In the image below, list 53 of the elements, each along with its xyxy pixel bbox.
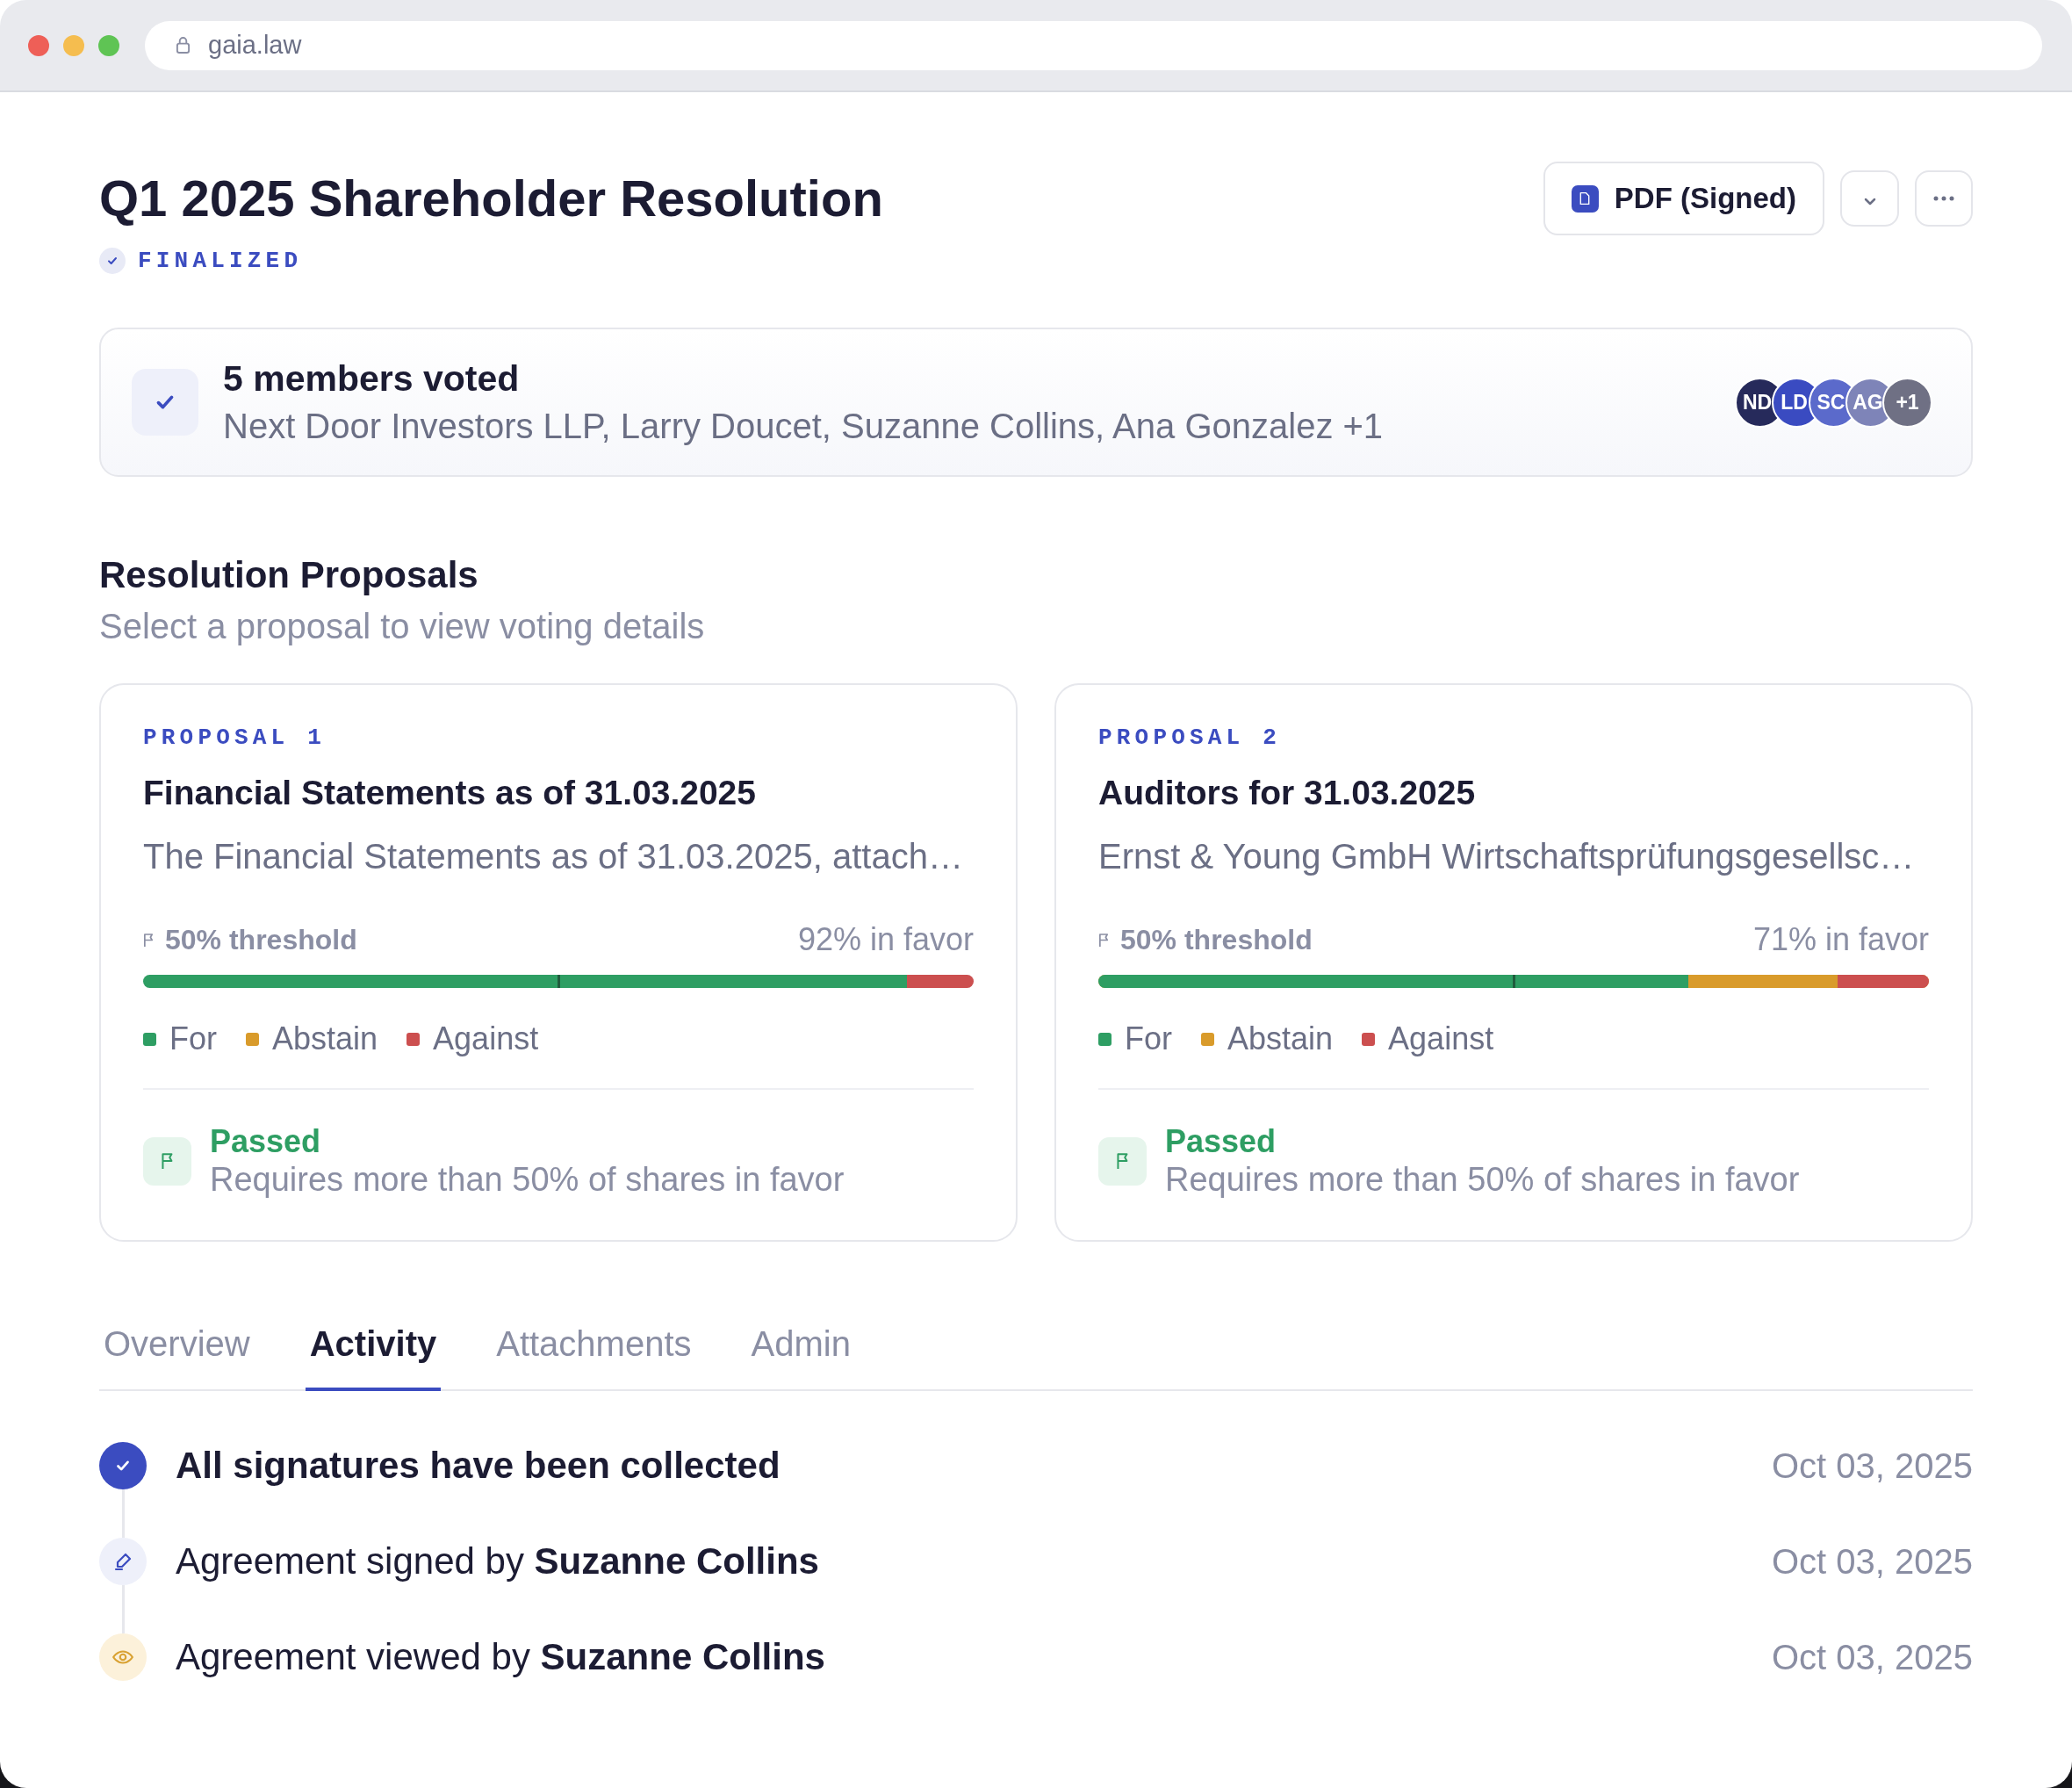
page-title: Q1 2025 Shareholder Resolution [99, 169, 883, 228]
result-note: Requires more than 50% of shares in favor [1165, 1160, 1800, 1199]
voters-title: 5 members voted [223, 357, 521, 400]
activity-date: Oct 03, 2025 [1771, 1637, 1973, 1678]
pdf-download-button[interactable]: PDF (Signed) [1543, 162, 1824, 235]
proposal-label: PROPOSAL 1 [143, 724, 327, 752]
favor-percentage: 92% in favor [797, 920, 974, 959]
legend-label: For [169, 1020, 217, 1058]
flag-icon [143, 932, 155, 948]
legend-label: Against [1388, 1020, 1494, 1058]
proposal-label: PROPOSAL 2 [1098, 724, 1283, 752]
more-icon [1933, 196, 1954, 201]
minimize-button[interactable] [63, 34, 84, 56]
chevron-down-icon [1863, 197, 1876, 205]
more-button[interactable] [1915, 170, 1973, 227]
address-bar[interactable]: gaia.law [145, 20, 2042, 70]
check-icon [132, 369, 198, 436]
threshold-label: 50% threshold [165, 923, 357, 957]
proposal-title: Financial Statements as of 31.03.2025 [143, 773, 757, 813]
legend-label: Against [433, 1020, 539, 1058]
section-title: Resolution Proposals [99, 554, 479, 596]
dropdown-button[interactable] [1840, 170, 1899, 227]
flag-icon [1098, 932, 1110, 948]
lock-icon [176, 36, 191, 54]
voter-names: Next Door Investors LLP, Larry Doucet, Suzanne Collins, Ana Gonzalez +1 [223, 406, 1385, 447]
tab[interactable]: Activity [305, 1323, 442, 1391]
activity-text: Agreement viewed by Suzanne Collins [176, 1635, 826, 1679]
file-icon [1571, 184, 1599, 213]
result-label: Passed [210, 1123, 322, 1160]
activity-date: Oct 03, 2025 [1771, 1541, 1973, 1583]
legend-label: Abstain [1227, 1020, 1334, 1058]
eye-icon [99, 1633, 147, 1681]
check-icon [99, 1442, 147, 1489]
check-icon [99, 248, 126, 274]
legend-label: For [1125, 1020, 1172, 1058]
activity-date: Oct 03, 2025 [1771, 1446, 1973, 1487]
activity-text: All signatures have been collected [176, 1444, 781, 1488]
proposal-description: Ernst & Young GmbH Wirtschaftsprüfungsgesellsc… [1098, 836, 1916, 877]
result-note: Requires more than 50% of shares in favor [210, 1160, 845, 1199]
status-label: FINALIZED [138, 247, 303, 275]
threshold-label: 50% threshold [1120, 923, 1313, 957]
proposal-card[interactable]: PROPOSAL 2 Auditors for 31.03.2025 Ernst & Young GmbH Wirtschaftsprüfungsgesellsc… 50% threshold 71% in favor For Abstain Against Passed Requires more than 50% of shares in favor [1054, 683, 1973, 1242]
maximize-button[interactable] [98, 34, 119, 56]
result-label: Passed [1165, 1123, 1277, 1160]
proposal-title: Auditors for 31.03.2025 [1098, 773, 1477, 813]
legend-label: Abstain [272, 1020, 378, 1058]
section-subtitle: Select a proposal to view voting details [99, 606, 706, 647]
proposal-description: The Financial Statements as of 31.03.2025, attach… [143, 836, 964, 877]
activity-text: Agreement signed by Suzanne Collins [176, 1539, 820, 1583]
proposal-card[interactable]: PROPOSAL 1 Financial Statements as of 31.03.2025 The Financial Statements as of 31.03.2025, attach… 50% threshold 92% in favor For Abstain Against Passed Requires more than 50% of shares in favor [99, 683, 1018, 1242]
avatar: +1 [1882, 377, 1932, 428]
close-button[interactable] [28, 34, 49, 56]
favor-percentage: 71% in favor [1752, 920, 1929, 959]
